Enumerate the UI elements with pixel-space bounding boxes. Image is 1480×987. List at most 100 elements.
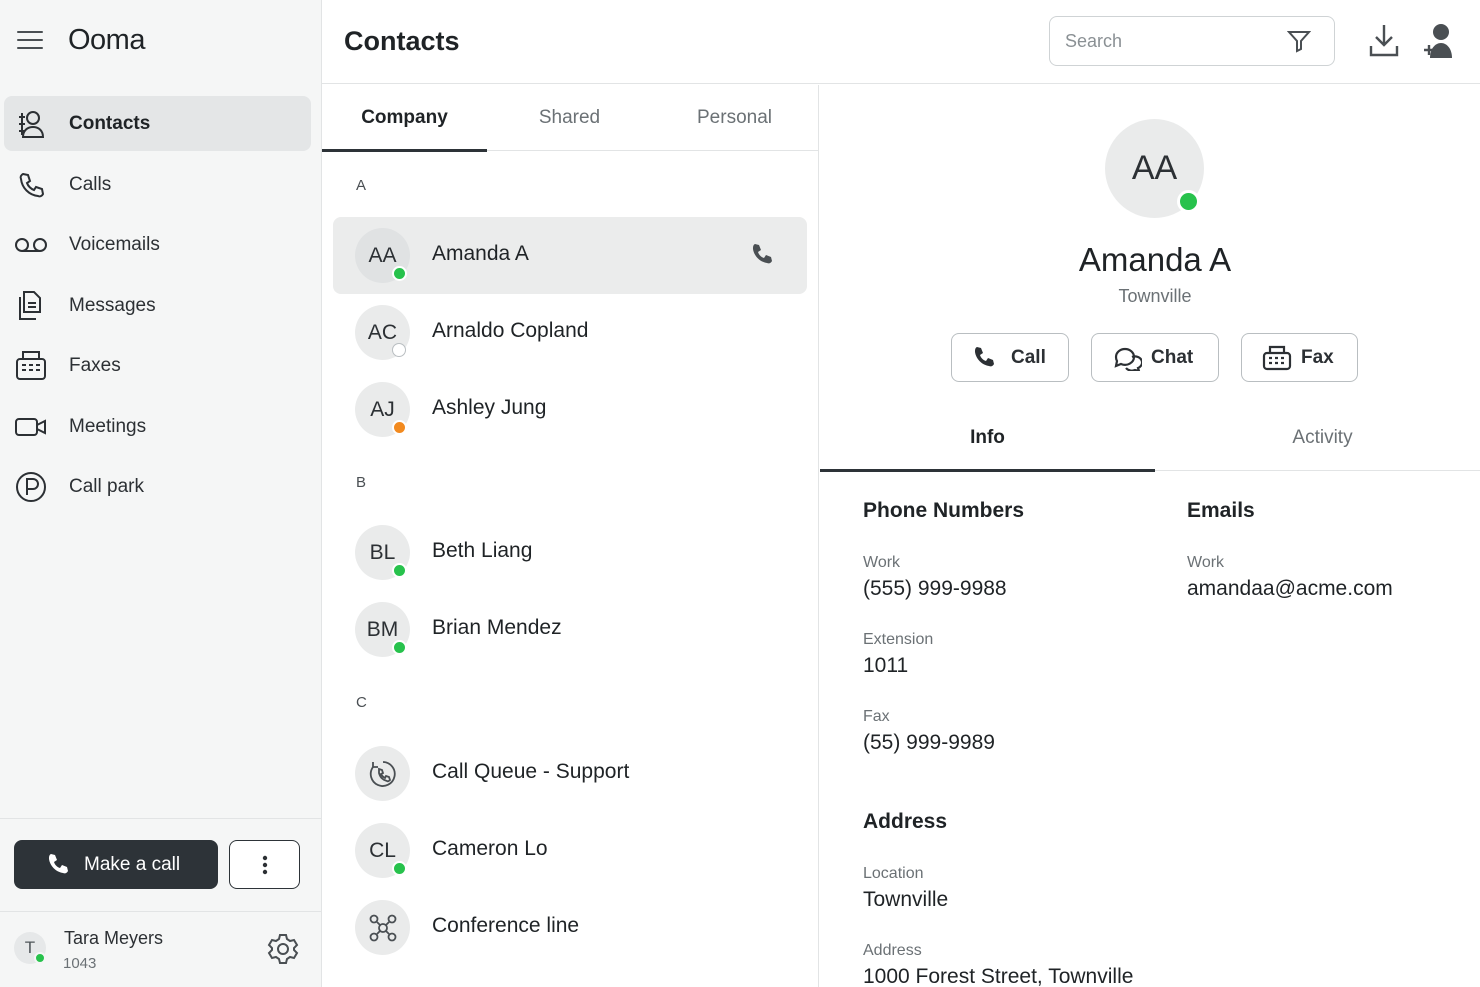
contact-list-panel: Company Shared Personal A AA Amanda A AC…	[322, 85, 819, 987]
status-offline-indicator	[392, 343, 406, 357]
contact-row-cameron-lo[interactable]: CL Cameron Lo	[333, 812, 807, 889]
chat-icon	[1112, 345, 1144, 377]
status-online-indicator	[392, 266, 407, 281]
work-email-label: Work	[1187, 554, 1225, 571]
video-icon	[14, 410, 48, 444]
contacts-icon	[14, 107, 48, 141]
phone-numbers-heading: Phone Numbers	[863, 499, 1025, 522]
tab-shared[interactable]: Shared	[487, 85, 652, 151]
call-button[interactable]: Call	[951, 333, 1069, 382]
chat-button[interactable]: Chat	[1091, 333, 1219, 382]
sidebar-item-calls[interactable]: Calls	[4, 157, 311, 212]
work-email-value[interactable]: amandaa@acme.com	[1187, 577, 1393, 601]
emails-heading: Emails	[1187, 499, 1255, 522]
extension-value[interactable]: 1011	[863, 654, 908, 678]
park-icon	[14, 470, 48, 504]
sidebar-item-label: Messages	[69, 294, 156, 316]
address-label: Address	[863, 942, 922, 959]
filter-icon[interactable]	[1286, 29, 1312, 58]
sidebar-item-messages[interactable]: Messages	[4, 278, 311, 333]
search-input[interactable]	[1065, 29, 1275, 53]
divider	[0, 911, 322, 912]
location-value: Townville	[863, 888, 949, 911]
address-value: 1000 Forest Street, Townville	[863, 965, 1134, 987]
contact-name: Brian Mendez	[432, 616, 562, 639]
hamburger-menu-icon[interactable]	[17, 31, 43, 51]
contact-detail-panel: AA Amanda A Townville Call Chat Fax Info…	[820, 85, 1480, 987]
address-heading: Address	[863, 810, 948, 833]
brand-bar: Ooma	[0, 0, 322, 84]
fax-value[interactable]: (55) 999-9989	[863, 731, 995, 755]
fax-label: Fax	[863, 708, 890, 725]
sidebar-item-meetings[interactable]: Meetings	[4, 399, 311, 454]
sidebar-item-label: Contacts	[69, 112, 151, 134]
tab-info[interactable]: Info	[820, 405, 1155, 472]
sidebar-item-label: Voicemails	[69, 233, 160, 255]
sidebar-item-label: Call park	[69, 475, 144, 497]
status-online-indicator	[1177, 190, 1200, 213]
status-online-indicator	[392, 563, 407, 578]
fax-button[interactable]: Fax	[1241, 333, 1358, 382]
search-box	[1049, 16, 1335, 66]
call-button-label: Call	[1011, 346, 1046, 368]
sidebar-item-label: Faxes	[69, 354, 121, 376]
page-title: Contacts	[344, 26, 460, 56]
contact-row-brian-mendez[interactable]: BM Brian Mendez	[333, 591, 807, 668]
fax-icon	[14, 349, 48, 383]
phone-icon	[14, 168, 48, 202]
call-queue-icon	[355, 746, 410, 801]
make-a-call-label: Make a call	[84, 853, 181, 875]
contact-row-call-queue-support[interactable]: Call Queue - Support	[333, 735, 807, 812]
contact-name: Ashley Jung	[432, 396, 547, 419]
sidebar-item-call-park[interactable]: Call park	[4, 459, 311, 514]
status-online-indicator	[392, 861, 407, 876]
contact-name: Call Queue - Support	[432, 760, 630, 783]
contact-tabs: Company Shared Personal	[322, 85, 819, 152]
contact-name: Amanda A	[432, 242, 529, 265]
user-name: Tara Meyers	[64, 928, 164, 948]
more-options-button[interactable]	[229, 840, 300, 889]
tab-personal[interactable]: Personal	[652, 85, 817, 151]
download-icon[interactable]	[1368, 22, 1402, 60]
fax-button-label: Fax	[1301, 346, 1334, 368]
sidebar-item-contacts[interactable]: Contacts	[4, 96, 311, 151]
work-phone-label: Work	[863, 554, 901, 571]
conference-icon	[355, 900, 410, 955]
sidebar-item-voicemails[interactable]: Voicemails	[4, 217, 311, 272]
ooma-logo: Ooma	[68, 24, 145, 56]
user-status-online-indicator	[34, 952, 46, 964]
messages-icon	[14, 289, 48, 323]
status-online-indicator	[392, 640, 407, 655]
work-phone-value[interactable]: (555) 999-9988	[863, 577, 1007, 601]
contact-row-ashley-jung[interactable]: AJ Ashley Jung	[333, 371, 807, 448]
user-extension: 1043	[63, 955, 97, 972]
kebab-menu-icon	[262, 855, 267, 874]
sidebar-item-faxes[interactable]: Faxes	[4, 338, 311, 393]
contact-row-beth-liang[interactable]: BL Beth Liang	[333, 514, 807, 591]
sidebar-item-label: Calls	[69, 173, 112, 195]
sidebar: Ooma Contacts Calls Voicemails Messages …	[0, 0, 322, 987]
contact-name: Conference line	[432, 914, 580, 937]
settings-gear-icon[interactable]	[266, 932, 300, 966]
voicemail-icon	[14, 228, 48, 262]
contact-row-conference-line[interactable]: Conference line	[333, 889, 807, 966]
tab-activity[interactable]: Activity	[1155, 405, 1480, 471]
contact-detail-subtitle: Townville	[1118, 286, 1192, 306]
make-a-call-button[interactable]: Make a call	[14, 840, 218, 889]
tab-company[interactable]: Company	[322, 85, 487, 152]
phone-icon[interactable]	[750, 242, 774, 271]
contact-row-arnaldo-copland[interactable]: AC Arnaldo Copland	[333, 294, 807, 371]
contact-name: Cameron Lo	[432, 837, 548, 860]
extension-label: Extension	[863, 631, 934, 648]
status-away-indicator	[392, 420, 407, 435]
section-header-b: B	[356, 474, 367, 491]
location-label: Location	[863, 865, 924, 882]
sidebar-item-label: Meetings	[69, 415, 147, 437]
divider	[0, 818, 322, 819]
detail-tabs: Info Activity	[820, 405, 1480, 472]
phone-icon	[972, 345, 996, 375]
contact-name: Beth Liang	[432, 539, 533, 562]
contact-row-amanda-a[interactable]: AA Amanda A	[333, 217, 807, 294]
section-header-c: C	[356, 694, 367, 711]
add-contact-icon[interactable]	[1422, 22, 1456, 62]
